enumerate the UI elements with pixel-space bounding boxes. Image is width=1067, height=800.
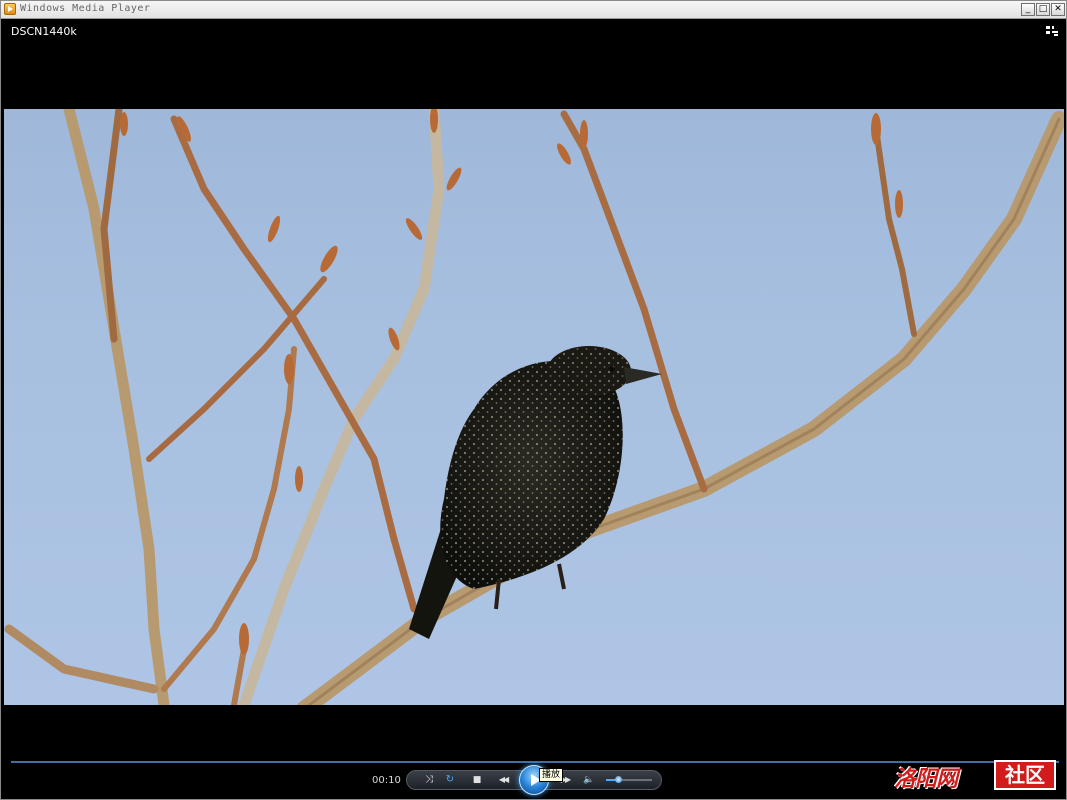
window-title: Windows Media Player: [20, 3, 151, 14]
now-playing-title: DSCN1440k: [11, 25, 77, 38]
watermark-site-name: 洛阳网: [894, 766, 958, 792]
video-frame-image: [4, 109, 1064, 705]
close-button[interactable]: ✕: [1051, 3, 1065, 16]
video-display[interactable]: [4, 109, 1064, 705]
maximize-button[interactable]: □: [1036, 3, 1050, 16]
title-bar[interactable]: Windows Media Player _ □ ✕: [1, 1, 1066, 19]
switch-to-library-icon[interactable]: [1045, 25, 1059, 37]
elapsed-time: 00:10: [372, 775, 401, 786]
starling-bird: [409, 346, 662, 639]
stop-button[interactable]: ■: [469, 773, 485, 787]
volume-slider[interactable]: [606, 776, 652, 783]
repeat-button[interactable]: ↻: [442, 773, 458, 787]
site-watermark: 洛阳网 社区: [894, 759, 1058, 793]
media-player-window: Windows Media Player _ □ ✕ DSCN1440k 00:…: [0, 0, 1067, 800]
mute-button[interactable]: 🔈: [581, 773, 597, 787]
watermark-community-badge: 社区: [994, 760, 1056, 790]
volume-thumb[interactable]: [614, 776, 622, 783]
media-player-icon: [4, 3, 16, 15]
play-tooltip: 播放: [539, 768, 564, 782]
previous-button[interactable]: ◀◀: [491, 773, 515, 787]
shuffle-button[interactable]: ⤨: [421, 773, 437, 787]
minimize-button[interactable]: _: [1021, 3, 1035, 16]
